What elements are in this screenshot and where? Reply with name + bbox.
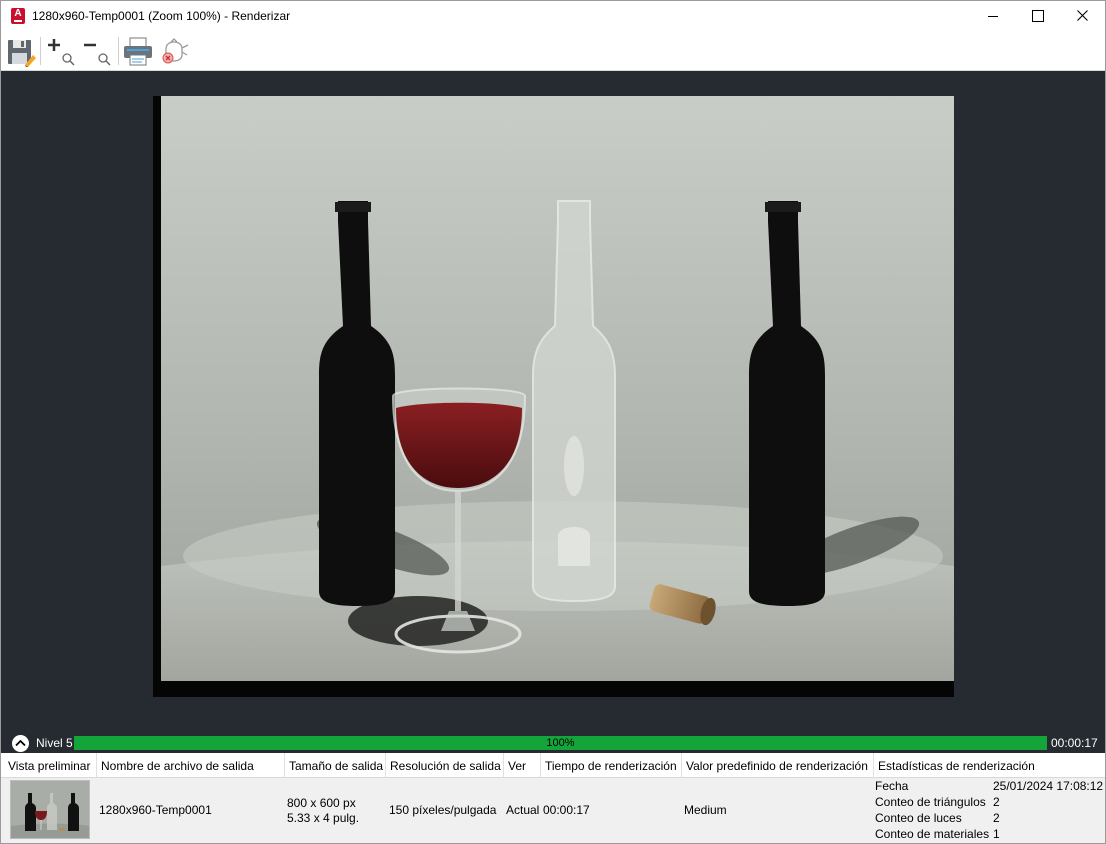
cancel-render-icon [162, 38, 189, 64]
zoom-out-icon [84, 43, 111, 66]
render-viewport[interactable] [1, 71, 1105, 733]
toolbar [1, 32, 1105, 71]
rendered-image [153, 96, 954, 697]
close-button[interactable] [1059, 1, 1105, 31]
stats-label: Conteo de luces [875, 811, 962, 825]
title-bar[interactable]: A 1280x960-Temp0001 (Zoom 100%) - Render… [1, 1, 1105, 32]
toolbar-separator [40, 37, 41, 65]
output-file-name: 1280x960-Temp0001 [99, 803, 212, 817]
render-window: A 1280x960-Temp0001 (Zoom 100%) - Render… [0, 0, 1106, 844]
zoom-in-icon [48, 39, 75, 66]
stats-label: Fecha [875, 779, 909, 793]
autocad-app-icon: A [11, 8, 25, 24]
render-level-label: Nivel 5 [36, 736, 73, 750]
progress-track: 100% [74, 736, 1047, 750]
save-button[interactable] [5, 35, 37, 67]
render-history-table: Vista preliminar Nombre de archivo de sa… [1, 753, 1105, 843]
stats-item-lights: Conteo de luces 2 [875, 811, 1105, 827]
save-icon [8, 40, 36, 67]
print-button[interactable] [122, 35, 154, 67]
output-size-px: 800 x 600 px [287, 796, 356, 810]
stats-value: 2 [993, 795, 1000, 809]
print-icon [124, 37, 152, 66]
output-size-in: 5.33 x 4 pulg. [287, 811, 360, 825]
minimize-button[interactable] [970, 1, 1016, 31]
window-title: 1280x960-Temp0001 (Zoom 100%) - Renderiz… [32, 9, 291, 23]
output-resolution: 150 píxeles/pulgada [389, 803, 497, 817]
stats-label: Conteo de triángulos [875, 795, 986, 809]
table-row[interactable]: 1280x960-Temp0001 800 x 600 px 5.33 x 4 … [1, 778, 1105, 843]
elapsed-time: 00:00:17 [1051, 736, 1098, 750]
stats-value: 1 [993, 827, 1000, 841]
col-header-preview[interactable]: Vista preliminar [4, 753, 97, 778]
stats-value: 25/01/2024 17:08:12 [993, 779, 1104, 793]
stats-value: 2 [993, 811, 1000, 825]
zoom-out-button[interactable] [80, 35, 112, 67]
stats-item-materials: Conteo de materiales 1 [875, 827, 1105, 843]
col-header-view[interactable]: Ver [504, 753, 541, 778]
zoom-in-button[interactable] [44, 35, 76, 67]
progress-percent: 100% [546, 737, 575, 749]
table-header: Vista preliminar Nombre de archivo de sa… [1, 753, 1105, 778]
preview-thumbnail [10, 780, 90, 839]
close-icon [1077, 10, 1088, 21]
maximize-button[interactable] [1014, 1, 1060, 31]
render-time: 00:00:17 [543, 803, 590, 817]
chevron-up-icon [15, 739, 26, 747]
toolbar-separator [118, 37, 119, 65]
render-preset: Medium [684, 803, 727, 817]
view-name: Actual [506, 803, 540, 817]
col-header-file-name[interactable]: Nombre de archivo de salida [97, 753, 285, 778]
col-header-render-time[interactable]: Tiempo de renderización [541, 753, 682, 778]
stats-item-triangles: Conteo de triángulos 2 [875, 795, 1105, 811]
stats-label: Conteo de materiales [875, 827, 990, 841]
col-header-resolution[interactable]: Resolución de salida [386, 753, 504, 778]
collapse-history-button[interactable] [12, 735, 29, 752]
stats-item-date: Fecha 25/01/2024 17:08:12 [875, 779, 1105, 795]
render-progress-bar: Nivel 5 100% 00:00:17 [1, 733, 1105, 753]
col-header-output-size[interactable]: Tamaño de salida [285, 753, 386, 778]
col-header-stats[interactable]: Estadísticas de renderización [874, 753, 1105, 778]
col-header-preset[interactable]: Valor predefinido de renderización [682, 753, 874, 778]
cancel-render-button[interactable] [159, 35, 191, 67]
